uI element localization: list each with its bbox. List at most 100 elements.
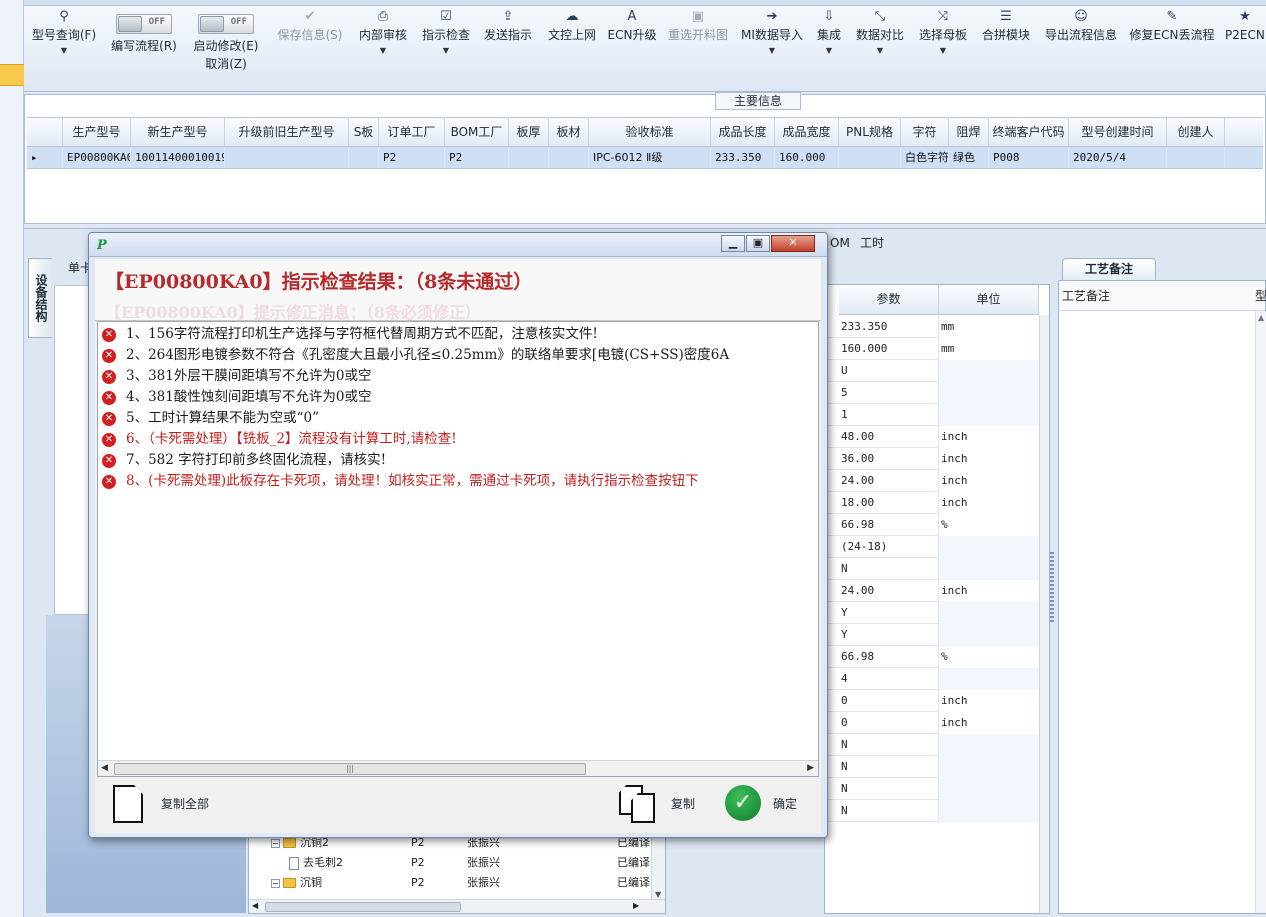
tree-cell-factory[interactable]: P2: [411, 853, 425, 873]
params-row[interactable]: 1: [825, 404, 1049, 426]
ribbon-button-3[interactable]: ✔ 保存信息(S): [273, 8, 347, 44]
param-unit[interactable]: %: [939, 646, 1039, 668]
params-row[interactable]: (24-18): [825, 536, 1049, 558]
param-value[interactable]: N: [839, 558, 939, 580]
param-unit[interactable]: inch: [939, 426, 1039, 448]
tree-horizontal-scrollbar[interactable]: ◀ ▶: [249, 899, 665, 913]
check-result-item[interactable]: ✕ 5、工时计算结果不能为空或“0”: [102, 408, 319, 429]
params-row[interactable]: 160.000 mm: [825, 338, 1049, 360]
collapse-icon[interactable]: −: [271, 878, 280, 888]
ok-button[interactable]: 确定: [773, 795, 797, 812]
close-button[interactable]: ✕: [771, 235, 815, 252]
param-unit[interactable]: inch: [939, 690, 1039, 712]
dropdown-arrow-icon[interactable]: ▼: [911, 44, 975, 58]
column-header[interactable]: 创建人: [1167, 118, 1225, 146]
param-value[interactable]: Y: [839, 624, 939, 646]
params-row[interactable]: 24.00 inch: [825, 470, 1049, 492]
toggle-switch[interactable]: OFF: [198, 14, 254, 34]
scroll-left-icon[interactable]: ◀: [101, 763, 108, 773]
grid-cell[interactable]: IPC-6012 Ⅱ级: [589, 147, 711, 168]
param-unit[interactable]: [939, 536, 1039, 558]
column-header[interactable]: 板厚: [509, 118, 549, 146]
param-unit[interactable]: inch: [939, 580, 1039, 602]
tab-hours[interactable]: 工时: [860, 232, 884, 254]
ribbon-button-6[interactable]: ⇪ 发送指示: [477, 8, 539, 44]
grid-row[interactable]: ▸ EP00800KA0 10011400010019 P2 P2 IPC-6012 Ⅱ级…: [27, 147, 1263, 169]
params-row[interactable]: 233.350 mm: [825, 316, 1049, 338]
check-result-item[interactable]: ✕ 8、(卡死需处理)此板存在卡死项，请处理！如核实正常，需通过卡死项，请执行指示…: [102, 471, 699, 492]
ribbon-button-14[interactable]: ☰ 合拼模块: [975, 8, 1037, 44]
ribbon-button-12[interactable]: ⤡ 数据对比 ▼: [851, 8, 909, 58]
grid-cell[interactable]: 233.350: [711, 147, 775, 168]
column-header[interactable]: 成品长度: [711, 118, 775, 146]
param-unit[interactable]: [939, 778, 1039, 800]
params-row[interactable]: U: [825, 360, 1049, 382]
tree-cell-status[interactable]: 已编译: [617, 873, 650, 893]
param-value[interactable]: Y: [839, 602, 939, 624]
dropdown-arrow-icon[interactable]: ▼: [733, 44, 811, 58]
ribbon-button-11[interactable]: ⇩ 集成 ▼: [809, 8, 849, 58]
minimize-button[interactable]: ▁: [721, 235, 745, 252]
params-row[interactable]: 24.00 inch: [825, 580, 1049, 602]
param-unit[interactable]: inch: [939, 470, 1039, 492]
grid-cell[interactable]: 白色字符: [901, 147, 949, 168]
ribbon-button-2[interactable]: OFF 启动修改(E) 取消(Z): [187, 6, 265, 73]
copy-button[interactable]: 复制: [671, 795, 695, 812]
tree-cell-user[interactable]: 张振兴: [467, 873, 500, 893]
param-value[interactable]: N: [839, 734, 939, 756]
params-row[interactable]: N: [825, 558, 1049, 580]
param-unit[interactable]: [939, 382, 1039, 404]
column-header[interactable]: 新生产型号: [131, 118, 225, 146]
remarks-vertical-scrollbar[interactable]: ▲: [1255, 311, 1266, 913]
params-vertical-scrollbar[interactable]: [1039, 315, 1049, 913]
column-header[interactable]: 终端客户代码: [989, 118, 1069, 146]
toggle-switch[interactable]: OFF: [116, 14, 172, 34]
grid-cell[interactable]: 160.000: [775, 147, 839, 168]
ribbon-button-10[interactable]: ➔ MI数据导入 ▼: [733, 8, 811, 58]
column-header[interactable]: 型号创建时间: [1069, 118, 1167, 146]
param-value[interactable]: 5: [839, 382, 939, 404]
selected-nav-highlight[interactable]: [0, 64, 24, 86]
ribbon-button-17[interactable]: ★ P2ECN自: [1225, 8, 1266, 44]
scroll-thumb[interactable]: |||: [114, 763, 586, 775]
grid-cell[interactable]: [509, 147, 549, 168]
params-row[interactable]: N: [825, 800, 1049, 822]
param-value[interactable]: N: [839, 756, 939, 778]
collapse-icon[interactable]: −: [271, 838, 280, 848]
column-header[interactable]: 字符: [901, 118, 949, 146]
tab-bom[interactable]: OM: [830, 232, 850, 254]
vertical-tab-equipment-structure[interactable]: 设备结构: [28, 258, 52, 338]
check-result-item[interactable]: ✕ 2、264图形电镀参数不符合《孔密度大且最小孔径≤0.25mm》的联络单要求[…: [102, 345, 729, 366]
list-horizontal-scrollbar[interactable]: ◀ ||| ▶: [98, 760, 818, 776]
grid-cell[interactable]: [349, 147, 379, 168]
param-unit[interactable]: [939, 558, 1039, 580]
grid-cell[interactable]: [839, 147, 901, 168]
ribbon-button-4[interactable]: ⎙ 内部审核 ▼: [352, 8, 414, 58]
column-header[interactable]: S板: [349, 118, 379, 146]
param-value[interactable]: U: [839, 360, 939, 382]
params-row[interactable]: 0 inch: [825, 712, 1049, 734]
column-header[interactable]: BOM工厂: [445, 118, 509, 146]
column-header[interactable]: 板材: [549, 118, 589, 146]
ribbon-button-9[interactable]: ▣ 重选开料图: [663, 8, 733, 44]
dropdown-arrow-icon[interactable]: ▼: [851, 44, 909, 58]
tree-cell-factory[interactable]: P2: [411, 873, 425, 893]
param-value[interactable]: 4: [839, 668, 939, 690]
copy-all-button[interactable]: 复制全部: [161, 795, 209, 812]
param-unit[interactable]: [939, 668, 1039, 690]
ribbon-button-1[interactable]: OFF 编写流程(R): [102, 6, 186, 55]
column-header[interactable]: 订单工厂: [379, 118, 445, 146]
param-value[interactable]: (24-18): [839, 536, 939, 558]
params-row[interactable]: 66.98%: [825, 514, 1049, 536]
grid-cell[interactable]: 2020/5/4: [1069, 147, 1167, 168]
ribbon-button-5[interactable]: ☑ 指示检查 ▼: [416, 8, 476, 58]
column-header[interactable]: 升级前旧生产型号: [225, 118, 349, 146]
params-row[interactable]: 36.00 inch: [825, 448, 1049, 470]
check-result-item[interactable]: ✕ 4、381酸性蚀刻间距填写不允许为0或空: [102, 387, 371, 408]
grid-cell[interactable]: P2: [379, 147, 445, 168]
param-value[interactable]: N: [839, 778, 939, 800]
dropdown-arrow-icon[interactable]: ▼: [352, 44, 414, 58]
check-result-item[interactable]: ✕ 1、156字符流程打印机生产选择与字符框代替周期方式不匹配，注意核实文件!: [102, 324, 598, 345]
param-value[interactable]: 233.350: [839, 316, 939, 338]
params-row[interactable]: N: [825, 734, 1049, 756]
